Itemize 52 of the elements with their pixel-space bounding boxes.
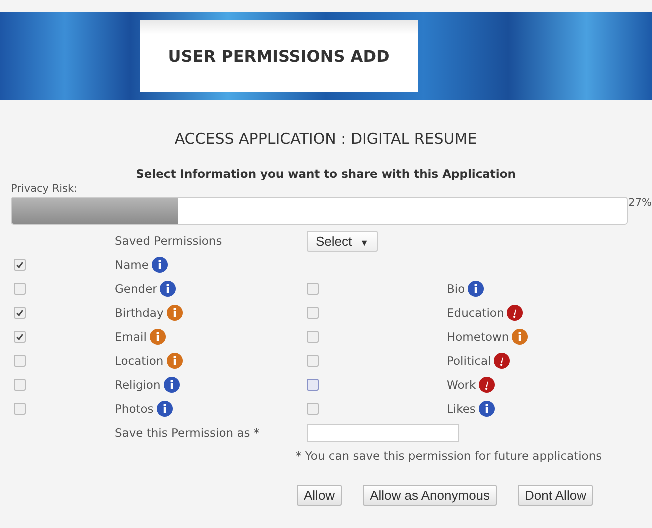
permission-label: Location [115,354,164,368]
info-icon[interactable] [468,281,484,297]
info-icon[interactable] [512,329,528,345]
permission-checkbox[interactable] [14,307,26,319]
warning-icon[interactable] [494,353,510,369]
permission-checkbox[interactable] [307,283,319,295]
info-icon[interactable] [150,329,166,345]
permission-label: Photos [115,402,154,416]
permission-checkbox[interactable] [14,259,26,271]
permission-checkbox[interactable] [307,307,319,319]
permission-label: Hometown [447,330,510,344]
permission-label: Likes [447,402,476,416]
saved-permissions-label: Saved Permissions [115,234,224,248]
permission-label: Gender [115,282,158,296]
application-title: ACCESS APPLICATION : DIGITAL RESUME [174,130,478,148]
permission-checkbox[interactable] [307,355,319,367]
permission-checkbox[interactable] [14,355,26,367]
save-note: * You can save this permission for future applications [296,449,604,463]
info-icon[interactable] [152,257,168,273]
permission-checkbox[interactable] [14,403,26,415]
permission-checkbox[interactable] [14,379,26,391]
info-icon[interactable] [160,281,176,297]
permission-label: Religion [115,378,161,392]
permission-label: Birthday [115,306,164,320]
permission-label: Education [447,306,504,320]
permission-checkbox[interactable] [307,379,319,391]
warning-icon[interactable] [507,305,524,321]
info-icon[interactable] [478,401,495,417]
info-icon[interactable] [166,305,183,321]
permission-name-field[interactable] [307,424,459,442]
info-icon[interactable] [164,377,180,393]
privacy-risk-reading: 27% [628,197,652,209]
save-permission-label: Save this Permission as * [115,426,261,440]
permission-label: Political [447,354,492,368]
permission-label: Bio [447,282,466,296]
page-title: USER PERMISSIONS ADD [140,20,418,92]
action-button[interactable]: Allow [297,485,342,506]
permission-checkbox[interactable] [14,331,26,343]
instruction-text: Select Information you want to share with this Application [135,167,517,181]
permission-label: Email [115,330,147,344]
saved-permissions-dropdown[interactable]: Select ▼ [307,231,378,252]
warning-icon[interactable] [479,377,496,393]
permission-checkbox[interactable] [14,283,26,295]
action-button[interactable]: Allow as Anonymous [363,485,498,506]
action-button[interactable]: Dont Allow [518,485,594,506]
info-icon[interactable] [156,401,173,417]
permission-label: Name [115,258,149,272]
permission-checkbox[interactable] [307,403,319,415]
privacy-risk-label: Privacy Risk: [11,183,79,195]
info-icon[interactable] [166,353,183,369]
permission-checkbox[interactable] [307,331,319,343]
permission-label: Work [447,378,476,392]
